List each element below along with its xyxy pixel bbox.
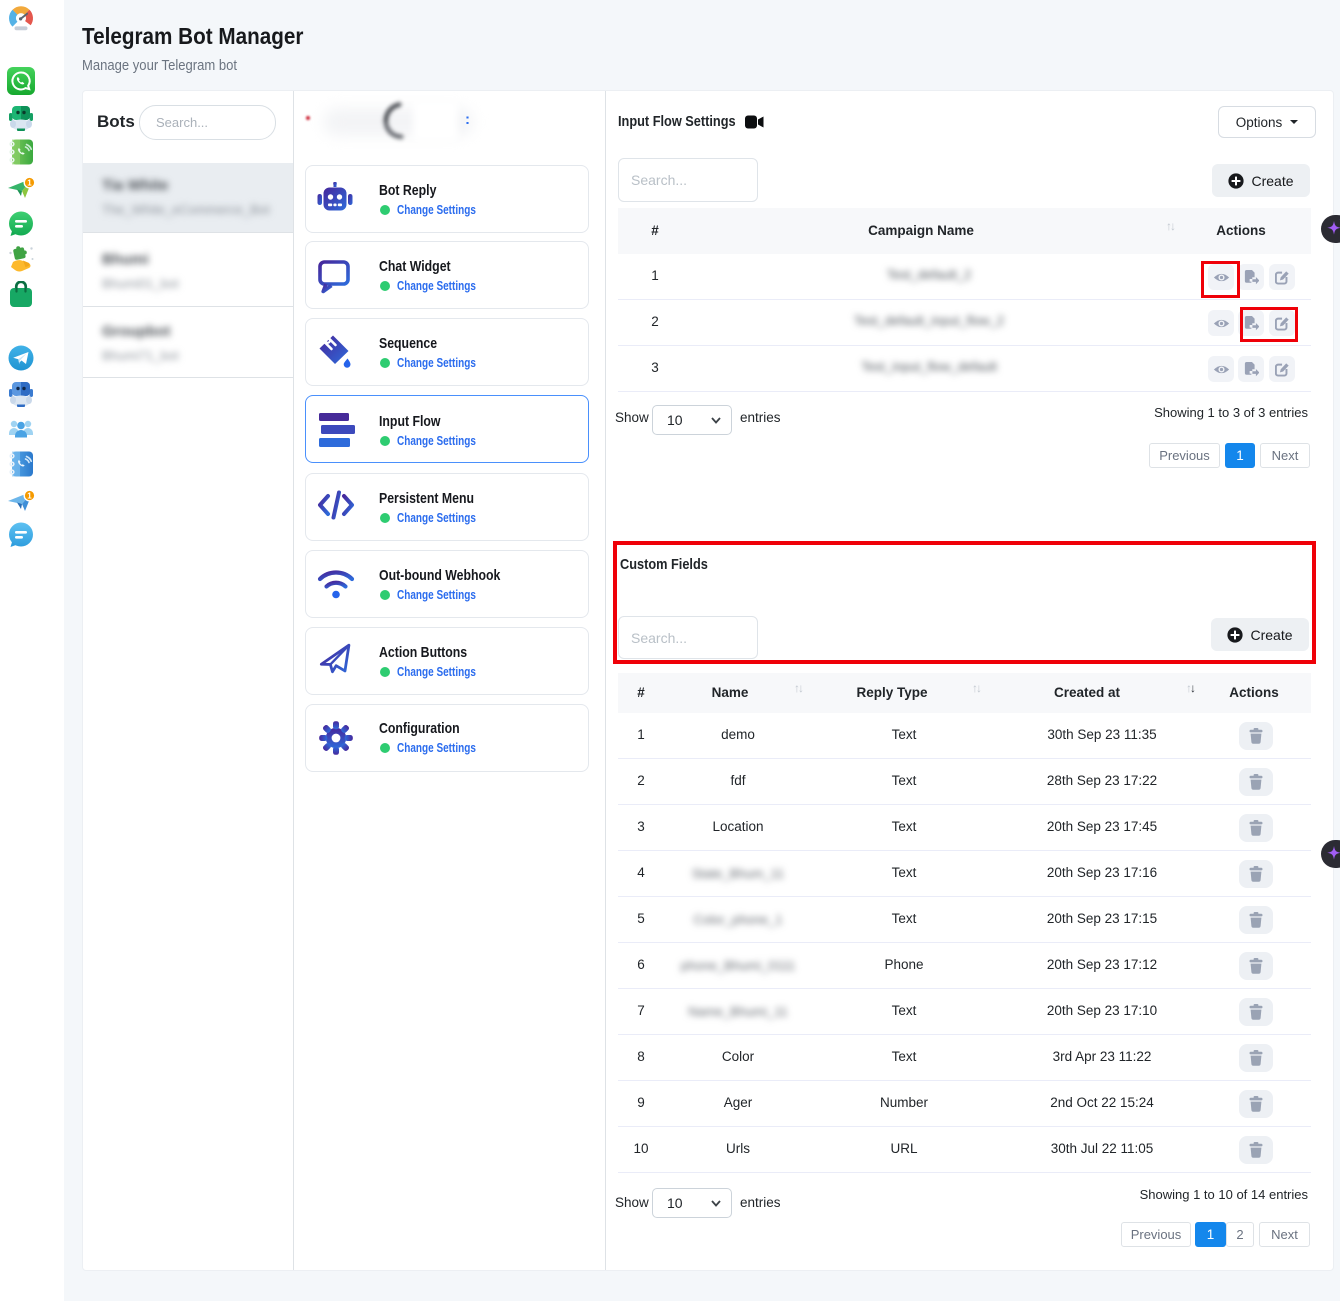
svg-text:1: 1 (27, 491, 32, 500)
svg-text:1: 1 (27, 178, 32, 187)
